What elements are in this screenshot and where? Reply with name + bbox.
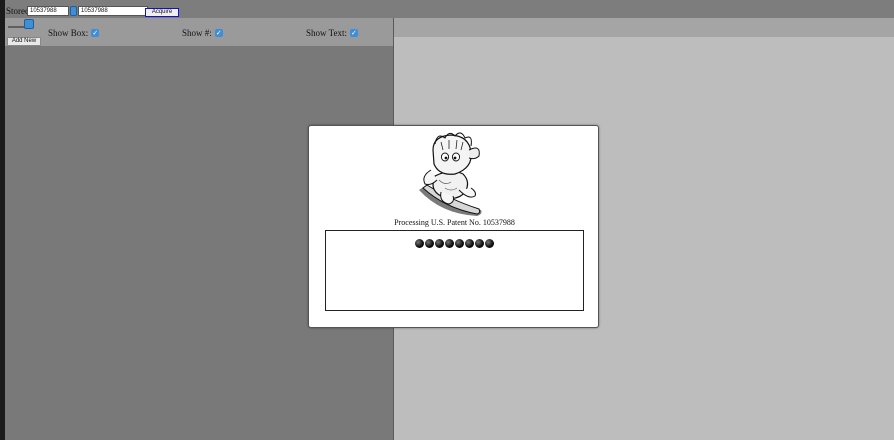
display-options-bar: Show Box: ✓ Show #: ✓ Show Text: ✓ Add N… (5, 18, 394, 46)
acquire-button[interactable]: Acquire (145, 8, 179, 17)
progress-log-box (325, 230, 584, 311)
show-number-label: Show #: (182, 28, 212, 38)
mascot-icon (419, 132, 482, 216)
patent-number-input[interactable]: 10537988 (78, 6, 148, 16)
progress-dot (415, 239, 424, 248)
progress-dot (455, 239, 464, 248)
progress-dot (485, 239, 494, 248)
stored-field[interactable]: 10537988 (27, 6, 69, 16)
app-window: Stored: 10537988 10537988 Acquire Show B… (5, 0, 894, 440)
show-box-option: Show Box: ✓ (48, 28, 100, 38)
progress-indicator (326, 239, 583, 248)
add-new-button[interactable]: Add New (7, 37, 41, 46)
processing-status-text: Processing U.S. Patent No. 10537988 (394, 218, 515, 227)
show-text-checkbox[interactable]: ✓ (349, 29, 358, 37)
show-number-checkbox[interactable]: ✓ (214, 29, 223, 37)
progress-dot (445, 239, 454, 248)
top-toolbar: Stored: 10537988 10537988 Acquire (5, 0, 894, 18)
progress-dot (435, 239, 444, 248)
progress-dot (425, 239, 434, 248)
show-text-option: Show Text: ✓ (306, 28, 358, 38)
progress-dot (465, 239, 474, 248)
slider-handle[interactable] (24, 19, 34, 29)
show-number-option: Show #: ✓ (182, 28, 223, 38)
right-panel-header (394, 18, 894, 37)
show-box-checkbox[interactable]: ✓ (91, 29, 100, 37)
stored-toggle[interactable] (70, 6, 77, 16)
processing-dialog: Processing U.S. Patent No. 10537988 (308, 125, 599, 328)
show-text-label: Show Text: (306, 28, 347, 38)
progress-dot (475, 239, 484, 248)
show-box-label: Show Box: (48, 28, 89, 38)
